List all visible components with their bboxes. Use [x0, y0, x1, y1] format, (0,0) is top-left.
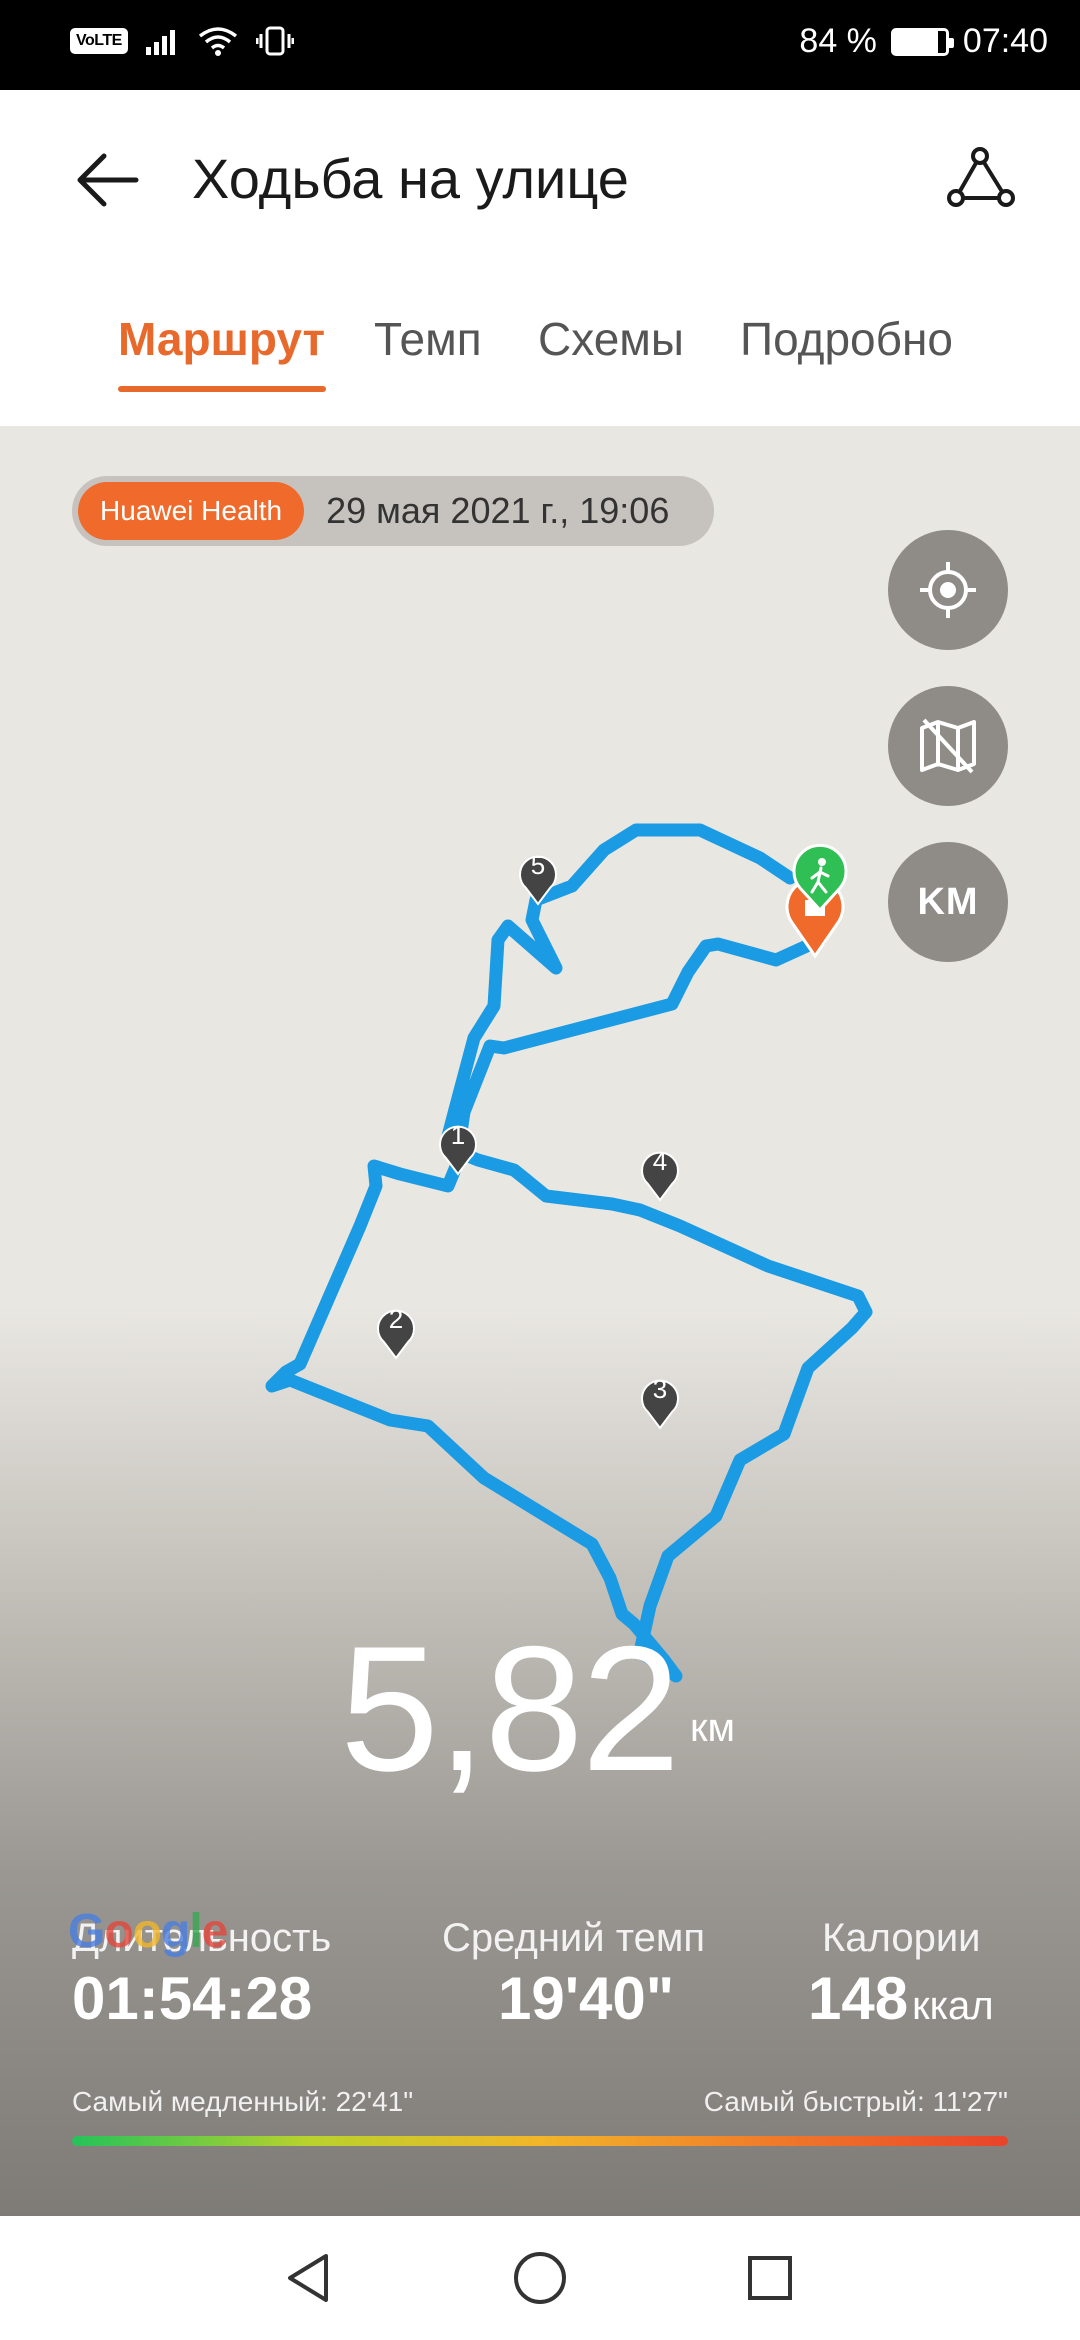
route-share-icon: [947, 147, 1015, 207]
stat-calories-value: 148 ккал: [808, 1964, 994, 2033]
km-marker-label: 2: [389, 1304, 403, 1334]
km-marker-4[interactable]: 4: [641, 1146, 679, 1202]
km-marker-label: 3: [653, 1374, 667, 1404]
back-button[interactable]: [70, 142, 146, 218]
stat-duration-value: 01:54:28: [72, 1965, 313, 2032]
system-nav-bar: [0, 2216, 1080, 2340]
stat-pace-value: 19'40": [498, 1965, 675, 2032]
arrow-left-icon: [77, 153, 139, 207]
page-title: Ходьба на улице: [192, 147, 629, 210]
tab-bar: Маршрут Темп Схемы Подробно: [0, 312, 1080, 392]
workout-date: 29 мая 2021 г., 19:06: [326, 490, 670, 531]
locate-button[interactable]: [888, 530, 1008, 650]
km-marker-2[interactable]: 2: [377, 1304, 415, 1360]
calories-unit: ккал: [912, 1984, 994, 2028]
stat-pace-label: Средний темп: [442, 1916, 706, 1960]
battery-icon: [890, 27, 954, 56]
battery-level: [893, 30, 938, 53]
app-header: Ходьба на улице Маршрут Темп Схемы Подро…: [0, 90, 1080, 426]
vibrate-icon: [255, 26, 294, 56]
distance-unit: км: [690, 1706, 735, 1750]
pace-gradient-bar: [72, 2136, 1008, 2146]
nav-recents-icon: [748, 2256, 792, 2300]
google-watermark: Google: [68, 1905, 228, 1958]
nav-back-button[interactable]: [276, 2246, 340, 2310]
source-chip: Huawei Health 29 мая 2021 г., 19:06: [72, 476, 714, 546]
calories-number: 148: [808, 1965, 909, 2032]
tab-pace[interactable]: Темп: [374, 312, 482, 366]
route-track: [265, 823, 873, 1683]
km-toggle-button[interactable]: KM: [888, 842, 1008, 962]
slowest-pace: Самый медленный: 22'41": [72, 2086, 414, 2117]
map-hide-icon: [920, 718, 976, 774]
signal-icon: [145, 30, 175, 55]
volte-badge: VoLTE: [70, 28, 128, 54]
source-badge: Huawei Health: [78, 482, 305, 540]
stat-calories-label: Калории: [822, 1916, 981, 1960]
km-marker-label: 5: [531, 850, 545, 880]
status-icons-left: VoLTE: [70, 26, 294, 56]
km-marker-label: 4: [653, 1146, 667, 1176]
active-tab-indicator: [118, 386, 326, 392]
distance-value: 5,82: [340, 1609, 680, 1808]
battery-percent: 84 %: [799, 22, 877, 60]
status-bar: VoLTE 84 % 07:40: [0, 0, 1080, 90]
tab-route[interactable]: Маршрут: [118, 312, 325, 366]
tab-details[interactable]: Подробно: [740, 312, 953, 366]
map-toggle-button[interactable]: [888, 686, 1008, 806]
nav-back-icon: [288, 2254, 328, 2302]
fastest-pace: Самый быстрый: 11'27": [703, 2086, 1008, 2117]
status-icons-right: 84 % 07:40: [799, 22, 1048, 61]
nav-home-icon: [514, 2252, 566, 2304]
tab-charts[interactable]: Схемы: [538, 312, 684, 366]
nav-home-button[interactable]: [508, 2246, 572, 2310]
km-marker-3[interactable]: 3: [641, 1374, 679, 1430]
wifi-icon: [198, 27, 237, 56]
clock: 07:40: [962, 22, 1048, 60]
nav-recents-button[interactable]: [738, 2246, 802, 2310]
locate-icon: [920, 562, 976, 618]
route-map[interactable]: 1 2 3 4 5 Huawei Health 29 мая 2021 г., …: [0, 426, 1080, 2216]
route-button[interactable]: [940, 138, 1020, 218]
km-marker-label: 1: [451, 1120, 465, 1150]
